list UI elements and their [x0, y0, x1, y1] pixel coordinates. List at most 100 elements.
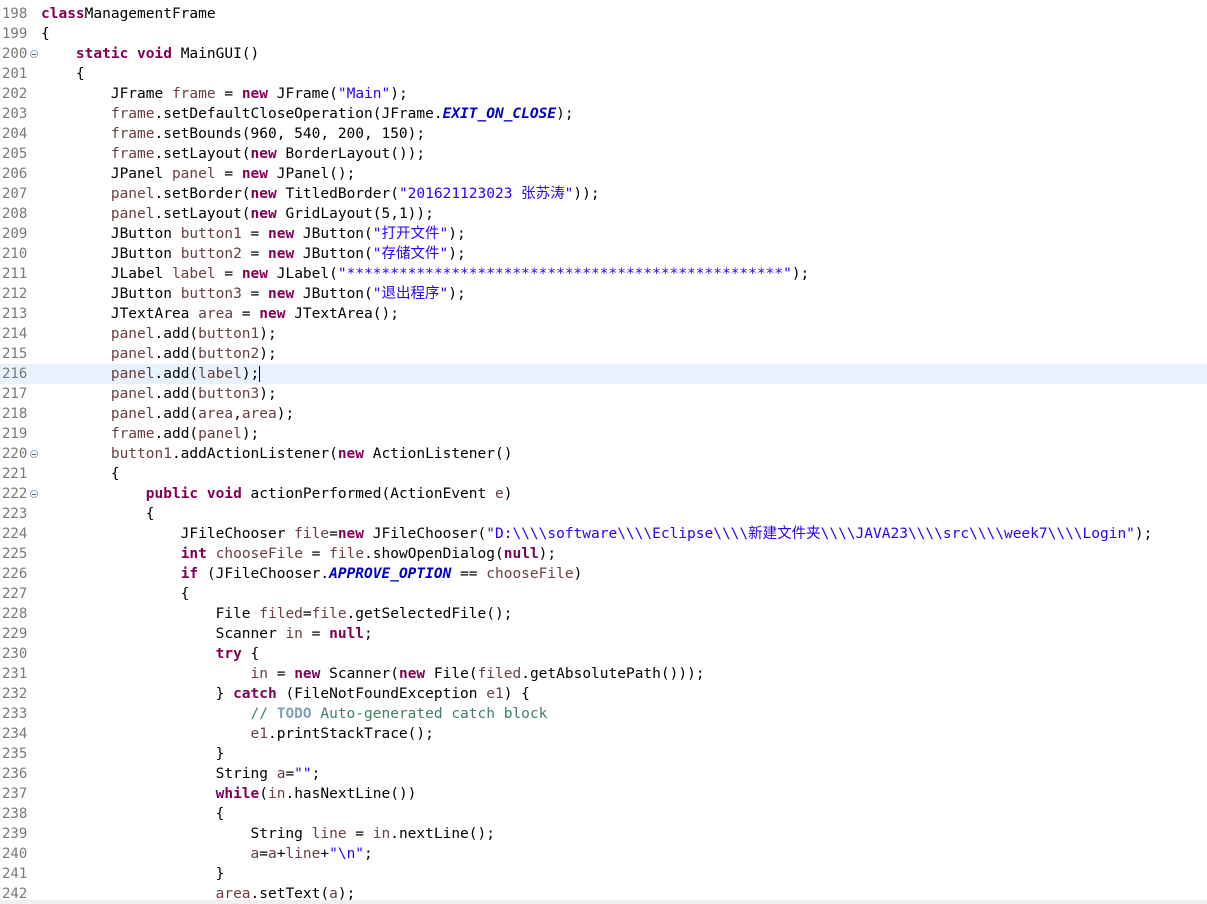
code-line[interactable]: 208 panel.setLayout(new GridLayout(5,1))…	[0, 204, 1207, 224]
code-line[interactable]: 199 {	[0, 24, 1207, 44]
code-line[interactable]: 205 frame.setLayout(new BorderLayout());	[0, 144, 1207, 164]
code-line[interactable]: 231 in = new Scanner(new File(filed.getA…	[0, 664, 1207, 684]
code-token: new	[268, 246, 295, 262]
code-text: JPanel panel = new JPanel();	[41, 164, 356, 184]
code-token: panel	[171, 166, 216, 182]
line-number: 207	[2, 186, 28, 202]
code-token: "201621123023 张苏涛"	[398, 186, 574, 202]
line-number: 238	[2, 806, 28, 822]
code-token: actionPerformed(ActionEvent	[241, 486, 495, 502]
code-line[interactable]: 213 JTextArea area = new JTextArea();	[0, 304, 1207, 324]
code-line[interactable]: 240 a=a+line+"\n";	[0, 844, 1207, 864]
code-token: new	[268, 226, 295, 242]
code-line[interactable]: 238 {	[0, 804, 1207, 824]
code-line[interactable]: 214 panel.add(button1);	[0, 324, 1207, 344]
code-line[interactable]: 203 frame.setDefaultCloseOperation(JFram…	[0, 104, 1207, 124]
code-line[interactable]: 204 frame.setBounds(960, 540, 200, 150);	[0, 124, 1207, 144]
code-line[interactable]: 219 frame.add(panel);	[0, 424, 1207, 444]
code-text: String a="";	[41, 764, 321, 784]
code-line[interactable]: 230 try {	[0, 644, 1207, 664]
code-line[interactable]: 218 panel.add(area,area);	[0, 404, 1207, 424]
code-token: new	[337, 446, 365, 462]
line-number: 201	[2, 66, 28, 82]
fold-collapse-icon[interactable]	[30, 490, 38, 498]
code-line[interactable]: 224 JFileChooser file=new JFileChooser("…	[0, 524, 1207, 544]
code-line[interactable]: 229 Scanner in = null;	[0, 624, 1207, 644]
code-line[interactable]: 215 panel.add(button2);	[0, 344, 1207, 364]
code-line[interactable]: 228 File filed=file.getSelectedFile();	[0, 604, 1207, 624]
code-token: .addActionListener(	[171, 446, 338, 462]
code-line[interactable]: 220 button1.addActionListener(new Action…	[0, 444, 1207, 464]
code-line[interactable]: 223 {	[0, 504, 1207, 524]
code-line[interactable]: 210 JButton button2 = new JButton("存储文件"…	[0, 244, 1207, 264]
code-line[interactable]: 212 JButton button3 = new JButton("退出程序"…	[0, 284, 1207, 304]
code-token: JFrame	[41, 86, 172, 102]
code-token: ==	[451, 566, 487, 582]
code-token: ManagementFrame	[84, 6, 216, 22]
code-token: area	[198, 306, 234, 322]
code-line[interactable]: 222 public void actionPerformed(ActionEv…	[0, 484, 1207, 504]
code-line[interactable]: 227 {	[0, 584, 1207, 604]
code-line[interactable]: 209 JButton button1 = new JButton("打开文件"…	[0, 224, 1207, 244]
code-line[interactable]: 233 // TODO Auto-generated catch block	[0, 704, 1207, 724]
code-token: =	[267, 666, 295, 682]
code-line[interactable]: 216 panel.add(label);	[0, 364, 1207, 384]
code-token: file	[329, 546, 365, 562]
code-token: filed	[477, 666, 522, 682]
code-line[interactable]: 207 panel.setBorder(new TitledBorder("20…	[0, 184, 1207, 204]
line-number: 223	[2, 506, 28, 522]
text-caret	[259, 366, 261, 382]
code-token: frame	[110, 106, 155, 122]
code-token: ActionListener()	[364, 446, 513, 462]
code-line[interactable]: 236 String a="";	[0, 764, 1207, 784]
code-line[interactable]: 232 } catch (FileNotFoundException e1) {	[0, 684, 1207, 704]
code-line[interactable]: 200 static void MainGUI()	[0, 44, 1207, 64]
line-number: 225	[2, 546, 28, 562]
code-token: frame	[110, 146, 155, 162]
code-token: =	[215, 86, 242, 102]
code-token: "打开文件"	[372, 226, 449, 242]
code-token: TitledBorder(	[276, 186, 399, 202]
code-token: );	[259, 326, 277, 342]
code-token: "***************************************…	[337, 266, 792, 282]
code-token: panel	[110, 186, 155, 202]
code-line[interactable]: 225 int chooseFile = file.showOpenDialog…	[0, 544, 1207, 564]
code-editor[interactable]: 198 classManagementFrame 199 {200 static vo…	[0, 4, 1207, 904]
code-token: =	[329, 526, 338, 542]
code-line[interactable]: 206 JPanel panel = new JPanel();	[0, 164, 1207, 184]
code-line[interactable]: 211 JLabel label = new JLabel("*********…	[0, 264, 1207, 284]
horizontal-scrollbar[interactable]	[0, 900, 1207, 904]
code-token: ));	[573, 186, 600, 202]
code-token: (FileNotFoundException	[276, 686, 487, 702]
code-token: in	[250, 666, 268, 682]
code-line[interactable]: 217 panel.add(button3);	[0, 384, 1207, 404]
code-line[interactable]: 221 {	[0, 464, 1207, 484]
code-token: =	[259, 846, 268, 862]
code-token: line	[311, 826, 347, 842]
line-number: 212	[2, 286, 28, 302]
code-line[interactable]: 202 JFrame frame = new JFrame("Main");	[0, 84, 1207, 104]
fold-collapse-icon[interactable]	[30, 50, 38, 58]
code-token: {	[41, 586, 190, 602]
code-token: .showOpenDialog(	[364, 546, 504, 562]
line-number: 203	[2, 106, 28, 122]
code-line[interactable]: 198 classManagementFrame	[0, 4, 1207, 24]
code-token: EXIT_ON_CLOSE	[442, 106, 557, 122]
code-line[interactable]: 237 while(in.hasNextLine())	[0, 784, 1207, 804]
code-token: JLabel	[41, 266, 172, 282]
code-line[interactable]: 226 if (JFileChooser.APPROVE_OPTION == c…	[0, 564, 1207, 584]
code-token: panel	[110, 346, 155, 362]
code-line[interactable]: 201 {	[0, 64, 1207, 84]
code-token: ) {	[503, 686, 530, 702]
code-token: .add(	[154, 366, 199, 382]
code-line[interactable]: 235 }	[0, 744, 1207, 764]
code-line[interactable]: 239 String line = in.nextLine();	[0, 824, 1207, 844]
code-line[interactable]: 234 e1.printStackTrace();	[0, 724, 1207, 744]
code-token: .setBounds(960, 540, 200, 150);	[154, 126, 426, 142]
fold-collapse-icon[interactable]	[30, 450, 38, 458]
code-token: .nextLine();	[390, 826, 495, 842]
code-line[interactable]: 241 }	[0, 864, 1207, 884]
code-token: {	[241, 646, 260, 662]
